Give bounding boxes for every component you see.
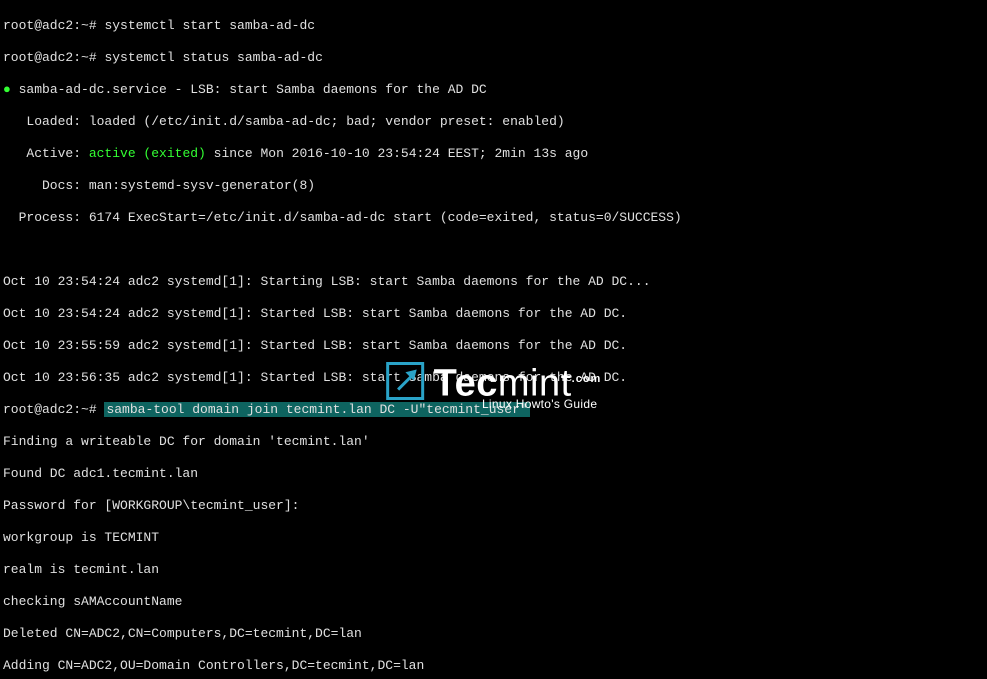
output-line: Finding a writeable DC for domain 'tecmi… (3, 434, 984, 450)
shell-prompt: root@adc2:~# (3, 402, 97, 417)
shell-prompt: root@adc2:~# (3, 18, 97, 33)
status-process: Process: 6174 ExecStart=/etc/init.d/samb… (3, 210, 984, 226)
status-loaded: Loaded: loaded (/etc/init.d/samba-ad-dc;… (3, 114, 984, 130)
terminal-output[interactable]: root@adc2:~# systemctl start samba-ad-dc… (0, 0, 987, 679)
output-line: Adding CN=ADC2,OU=Domain Controllers,DC=… (3, 658, 984, 674)
prompt-line-2: root@adc2:~# systemctl status samba-ad-d… (3, 50, 984, 66)
output-line: Deleted CN=ADC2,CN=Computers,DC=tecmint,… (3, 626, 984, 642)
journal-line: Oct 10 23:54:24 adc2 systemd[1]: Started… (3, 306, 984, 322)
output-line: realm is tecmint.lan (3, 562, 984, 578)
status-active-rest: since Mon 2016-10-10 23:54:24 EEST; 2min… (206, 146, 588, 161)
output-line: Found DC adc1.tecmint.lan (3, 466, 984, 482)
prompt-line-1: root@adc2:~# systemctl start samba-ad-dc (3, 18, 984, 34)
command-join-highlighted: samba-tool domain join tecmint.lan DC -U… (104, 402, 529, 417)
status-active-state: active (exited) (89, 146, 206, 161)
output-line: Password for [WORKGROUP\tecmint_user]: (3, 498, 984, 514)
prompt-line-3: root@adc2:~# samba-tool domain join tecm… (3, 402, 984, 418)
shell-prompt: root@adc2:~# (3, 50, 97, 65)
status-docs: Docs: man:systemd-sysv-generator(8) (3, 178, 984, 194)
output-line: checking sAMAccountName (3, 594, 984, 610)
journal-line: Oct 10 23:56:35 adc2 systemd[1]: Started… (3, 370, 984, 386)
status-dot-icon: ● (3, 82, 11, 97)
output-line: workgroup is TECMINT (3, 530, 984, 546)
status-service-line: ● samba-ad-dc.service - LSB: start Samba… (3, 82, 984, 98)
command-start: systemctl start samba-ad-dc (104, 18, 315, 33)
status-active: Active: active (exited) since Mon 2016-1… (3, 146, 984, 162)
command-status: systemctl status samba-ad-dc (104, 50, 322, 65)
blank-line (3, 242, 984, 258)
status-active-label: Active: (3, 146, 89, 161)
status-service-text: samba-ad-dc.service - LSB: start Samba d… (19, 82, 487, 97)
journal-line: Oct 10 23:55:59 adc2 systemd[1]: Started… (3, 338, 984, 354)
journal-line: Oct 10 23:54:24 adc2 systemd[1]: Startin… (3, 274, 984, 290)
